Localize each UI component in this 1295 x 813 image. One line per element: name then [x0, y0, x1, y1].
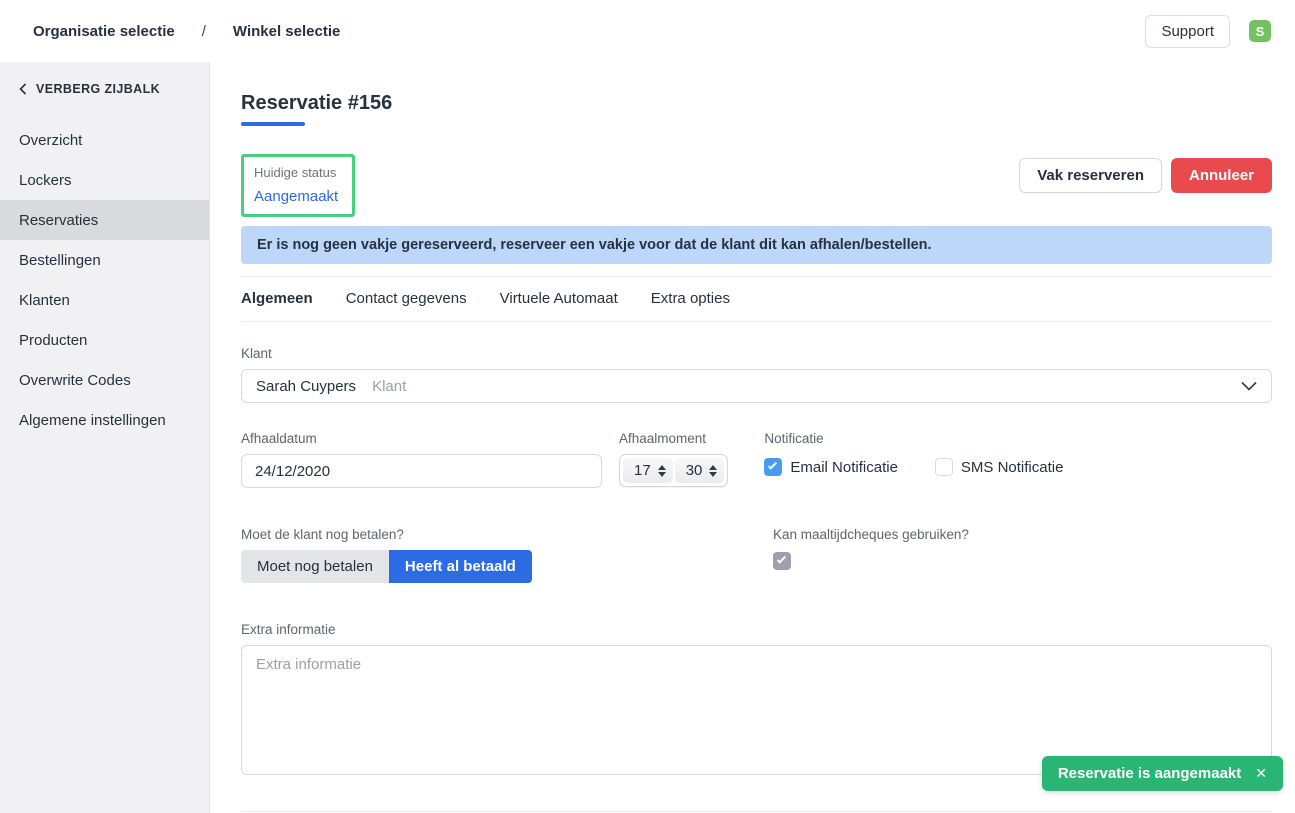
email-notificatie-label: Email Notificatie: [790, 459, 898, 476]
sidebar-item-overwrite-codes[interactable]: Overwrite Codes: [0, 360, 209, 400]
page-title: Reservatie #156: [241, 92, 1272, 115]
afhaalmoment-time-picker: 17 30: [619, 454, 728, 487]
notificatie-label: Notificatie: [764, 431, 1063, 446]
afhaaldatum-input[interactable]: [241, 454, 602, 488]
sidebar-item-reservaties[interactable]: Reservaties: [0, 200, 209, 240]
email-notificatie-option[interactable]: Email Notificatie: [764, 458, 898, 476]
annuleer-button[interactable]: Annuleer: [1171, 158, 1272, 193]
breadcrumb-organisatie[interactable]: Organisatie selectie: [33, 23, 175, 40]
minute-stepper[interactable]: 30: [675, 458, 725, 483]
klant-label: Klant: [241, 346, 1272, 361]
breadcrumb-winkel[interactable]: Winkel selectie: [233, 23, 340, 40]
betalen-segmented-control: Moet nog betalen Heeft al betaald: [241, 550, 773, 583]
tab-algemeen[interactable]: Algemeen: [241, 290, 313, 307]
sms-notificatie-option[interactable]: SMS Notificatie: [935, 458, 1064, 476]
stepper-arrows-icon[interactable]: [709, 465, 717, 477]
topbar: Organisatie selectie / Winkel selectie S…: [0, 0, 1295, 62]
check-icon: [777, 554, 786, 563]
maaltijdcheques-label: Kan maaltijdcheques gebruiken?: [773, 527, 969, 542]
hide-sidebar-button[interactable]: VERBERG ZIJBALK: [0, 82, 209, 96]
tab-virtuele-automaat[interactable]: Virtuele Automaat: [500, 290, 618, 307]
action-buttons: Vak reserveren Annuleer: [1019, 158, 1272, 193]
breadcrumb: Organisatie selectie / Winkel selectie: [33, 23, 340, 40]
minute-value: 30: [686, 462, 703, 479]
hide-sidebar-label: VERBERG ZIJBALK: [36, 82, 160, 96]
vak-reserveren-button[interactable]: Vak reserveren: [1019, 158, 1162, 193]
email-notificatie-checkbox[interactable]: [764, 458, 782, 476]
afhaaldatum-label: Afhaaldatum: [241, 431, 602, 446]
hour-stepper[interactable]: 17: [623, 458, 673, 483]
main-content: Reservatie #156 Huidige status Aangemaak…: [210, 62, 1295, 813]
afhaalmoment-label: Afhaalmoment: [619, 431, 728, 446]
sms-notificatie-label: SMS Notificatie: [961, 459, 1064, 476]
klant-placeholder: Klant: [372, 378, 1241, 395]
tab-bar: Algemeen Contact gegevens Virtuele Autom…: [241, 276, 1272, 322]
stepper-arrows-icon[interactable]: [658, 465, 666, 477]
sidebar-item-overzicht[interactable]: Overzicht: [0, 120, 209, 160]
support-button[interactable]: Support: [1145, 15, 1230, 48]
status-value[interactable]: Aangemaakt: [254, 188, 338, 205]
bottom-divider: [241, 811, 1272, 812]
hour-value: 17: [634, 462, 651, 479]
klant-selected-value: Sarah Cuypers: [256, 378, 356, 395]
maaltijdcheques-checkbox[interactable]: [773, 552, 791, 570]
chevron-left-icon: [19, 83, 27, 95]
sidebar-item-lockers[interactable]: Lockers: [0, 160, 209, 200]
sidebar-item-producten[interactable]: Producten: [0, 320, 209, 360]
klant-select[interactable]: Sarah Cuypers Klant: [241, 369, 1272, 403]
extra-informatie-label: Extra informatie: [241, 622, 1272, 637]
status-box: Huidige status Aangemaakt: [241, 154, 355, 217]
info-banner: Er is nog geen vakje gereserveerd, reser…: [241, 226, 1272, 264]
sidebar: VERBERG ZIJBALK Overzicht Lockers Reserv…: [0, 62, 210, 813]
avatar[interactable]: S: [1249, 20, 1271, 42]
sms-notificatie-checkbox[interactable]: [935, 458, 953, 476]
sidebar-item-bestellingen[interactable]: Bestellingen: [0, 240, 209, 280]
breadcrumb-separator: /: [202, 23, 206, 40]
betalen-label: Moet de klant nog betalen?: [241, 527, 773, 542]
check-icon: [768, 460, 777, 469]
heeft-al-betaald-option[interactable]: Heeft al betaald: [389, 550, 532, 583]
title-underline: [241, 122, 305, 126]
sidebar-item-klanten[interactable]: Klanten: [0, 280, 209, 320]
chevron-down-icon: [1241, 381, 1257, 391]
tab-extra-opties[interactable]: Extra opties: [651, 290, 730, 307]
moet-nog-betalen-option[interactable]: Moet nog betalen: [241, 550, 389, 583]
tab-contact-gegevens[interactable]: Contact gegevens: [346, 290, 467, 307]
sidebar-item-algemene-instellingen[interactable]: Algemene instellingen: [0, 400, 209, 440]
close-icon[interactable]: ✕: [1255, 765, 1267, 782]
status-label: Huidige status: [254, 165, 338, 180]
toast-message: Reservatie is aangemaakt: [1058, 765, 1241, 782]
success-toast: Reservatie is aangemaakt ✕: [1042, 756, 1283, 791]
